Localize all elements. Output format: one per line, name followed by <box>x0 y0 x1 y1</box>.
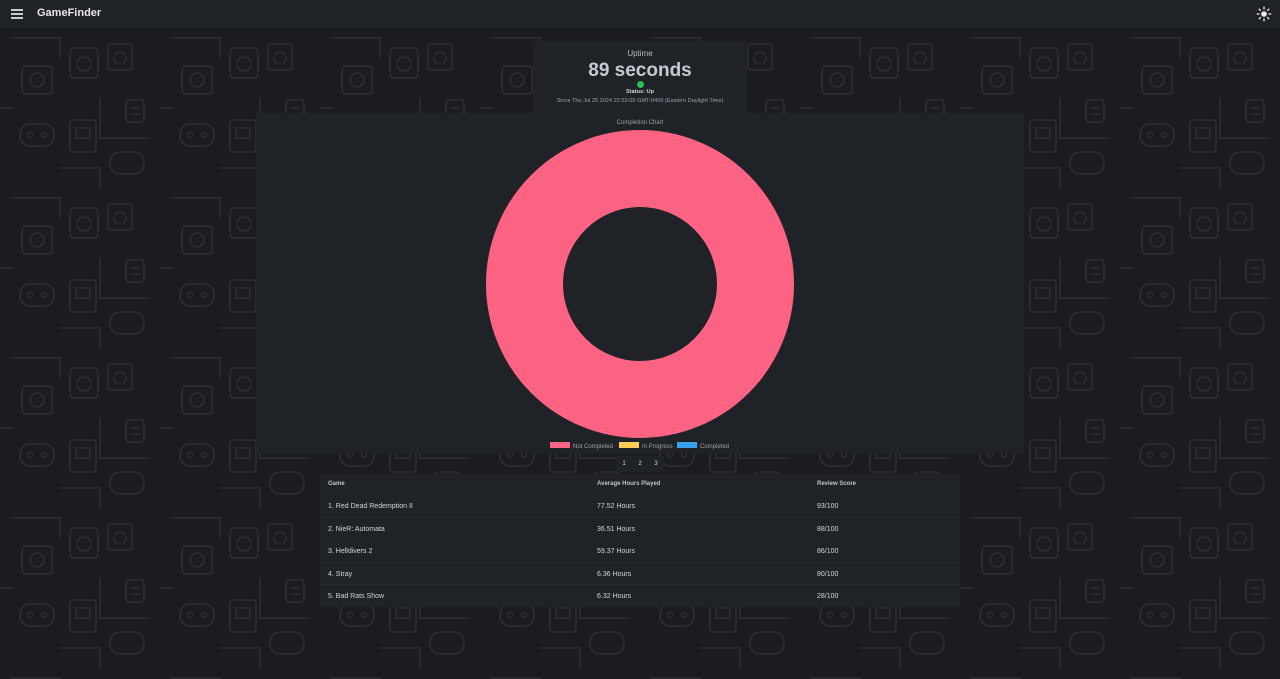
app-title: GameFinder <box>37 7 102 19</box>
games-table: Game Average Hours Played Review Score 1… <box>320 474 960 607</box>
header-review-score[interactable]: Review Score <box>817 474 856 494</box>
uptime-label: Uptime <box>627 49 653 58</box>
pie-slice-not-completed[interactable] <box>486 130 794 438</box>
game-name: 2. NieR: Automata <box>328 525 385 533</box>
game-name: 5. Bad Rats Show <box>328 592 385 600</box>
table-header: Game Average Hours Played Review Score <box>320 474 960 494</box>
table-row[interactable]: 2. NieR: Automata 36.51 Hours 88/100 <box>320 517 960 540</box>
page-2-button[interactable]: 2 <box>636 460 643 468</box>
header-game[interactable]: Game <box>328 474 345 494</box>
review-score: 88/100 <box>817 525 839 533</box>
game-name: 4. Stray <box>328 570 353 578</box>
sun-icon[interactable] <box>1256 6 1272 22</box>
uptime-since: Since Thu Jul 25 2024 22:52:05 GMT-0400 … <box>556 98 724 104</box>
review-score: 28/100 <box>817 592 839 600</box>
hamburger-menu-icon[interactable] <box>10 7 24 21</box>
table-row[interactable]: 3. Helldivers 2 59.37 Hours 86/100 <box>320 539 960 562</box>
chart-title: Completion Chart <box>617 120 664 126</box>
uptime-status: Status: Up <box>626 89 654 95</box>
page-3-button[interactable]: 3 <box>652 460 659 468</box>
review-score: 80/100 <box>817 570 839 578</box>
game-name: 1. Red Dead Redemption II <box>328 502 413 510</box>
average-hours: 36.51 Hours <box>597 525 636 533</box>
uptime-value: 89 seconds <box>588 60 692 81</box>
average-hours: 77.52 Hours <box>597 502 636 510</box>
table-row[interactable]: 1. Red Dead Redemption II 77.52 Hours 93… <box>320 494 960 517</box>
review-score: 86/100 <box>817 547 839 555</box>
legend-swatch-completed[interactable] <box>677 442 697 448</box>
uptime-card: Uptime 89 seconds Status: Up Since Thu J… <box>533 41 747 113</box>
legend-swatch-not-completed[interactable] <box>550 442 570 448</box>
legend-label-completed[interactable]: Completed <box>700 444 729 450</box>
game-name: 3. Helldivers 2 <box>328 547 373 555</box>
pagination: 1 2 3 <box>616 456 664 472</box>
legend-label-in-progress[interactable]: In Progress <box>642 444 673 450</box>
average-hours: 59.37 Hours <box>597 547 636 555</box>
completion-chart: Completion Chart Not Completed In Progres… <box>486 120 794 450</box>
table-row[interactable]: 4. Stray 6.36 Hours 80/100 <box>320 562 960 585</box>
table-row[interactable]: 5. Bad Rats Show 6.32 Hours 28/100 <box>320 584 960 607</box>
status-indicator-dot <box>637 81 644 88</box>
page-1-button[interactable]: 1 <box>620 460 627 468</box>
average-hours: 6.36 Hours <box>597 570 632 578</box>
average-hours: 6.32 Hours <box>597 592 632 600</box>
completion-chart-card: Completion Chart Not Completed In Progres… <box>256 113 1024 453</box>
legend-label-not-completed[interactable]: Not Completed <box>573 444 613 450</box>
app-bar: GameFinder <box>0 0 1280 29</box>
header-average-hours[interactable]: Average Hours Played <box>597 474 660 494</box>
legend-swatch-in-progress[interactable] <box>619 442 639 448</box>
review-score: 93/100 <box>817 502 839 510</box>
